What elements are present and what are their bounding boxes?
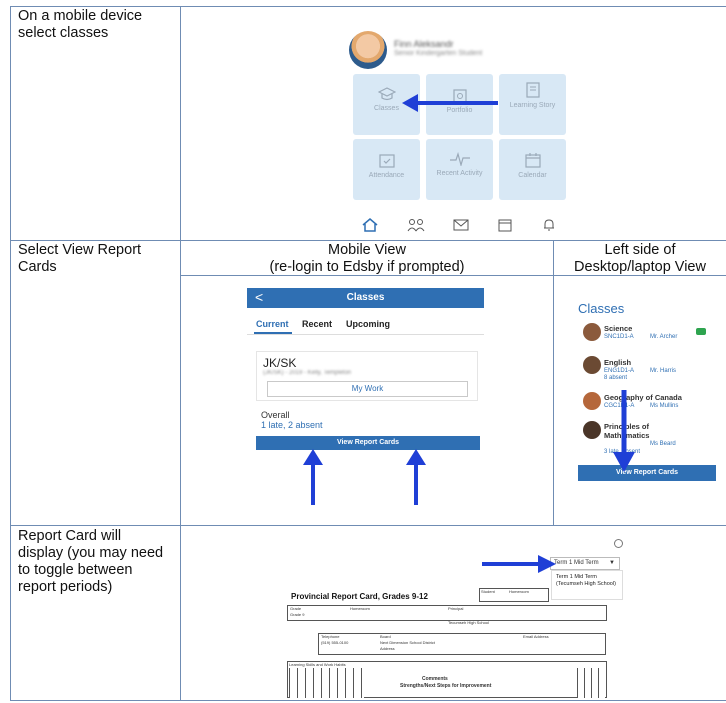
class-detail: ENG1D1-A <box>604 368 635 374</box>
chevron-down-icon: ▼ <box>609 560 615 566</box>
view-report-cards-button[interactable]: View Report Cards <box>578 465 716 481</box>
teacher-name[interactable]: Ms Mullins <box>650 403 678 409</box>
overall-label: Overall <box>261 410 290 420</box>
desktop-classes-panel <box>572 290 722 490</box>
tile-learning-story[interactable]: Learning Story <box>499 74 566 135</box>
attendance-icon <box>378 154 395 168</box>
grid-line <box>10 240 726 241</box>
tile-label: Learning Story <box>509 102 556 109</box>
calendar-icon[interactable] <box>498 218 512 232</box>
tile-label: Attendance <box>368 172 405 179</box>
report-period-dropdown[interactable]: Term 1 Mid Term ▼ <box>550 557 620 570</box>
tile-label: Calendar <box>518 172 547 179</box>
avatar <box>583 392 601 410</box>
tile-recent-activity[interactable]: Recent Activity <box>426 139 493 200</box>
grid-line <box>180 6 181 701</box>
grid-line <box>553 240 554 525</box>
teacher-name[interactable]: Mr. Harris <box>650 368 676 374</box>
arrow-to-dropdown <box>482 555 556 573</box>
user-role: Senior Kindergarten Student <box>394 50 483 57</box>
people-icon[interactable] <box>407 218 425 232</box>
arrow-up-right <box>406 449 426 505</box>
view-report-cards-button[interactable]: View Report Cards <box>256 436 480 450</box>
bell-icon[interactable] <box>542 218 556 232</box>
dropdown-value: Term 1 Mid Term <box>554 560 599 566</box>
grid-line <box>10 700 726 701</box>
form-value: Next Dimension School District <box>380 640 435 645</box>
class-status: 8 absent <box>604 375 628 381</box>
class-name[interactable]: English <box>604 358 631 367</box>
desktop-view-header: Left side of Desktop/laptop View <box>574 242 706 275</box>
status-badge <box>696 328 706 335</box>
class-name: JK/SK <box>263 356 297 370</box>
overall-value[interactable]: 1 late, 2 absent <box>261 420 323 430</box>
row1-instruction: On a mobile device select classes <box>18 8 143 41</box>
avatar <box>583 421 601 439</box>
tab-divider <box>247 334 484 335</box>
my-work-button[interactable]: My Work <box>267 381 468 397</box>
form-label: Homeroom <box>350 606 370 611</box>
class-detail: SNC1D1-A <box>604 334 634 340</box>
avatar <box>349 31 387 69</box>
home-icon[interactable] <box>362 218 378 232</box>
tile-label: Recent Activity <box>436 170 483 177</box>
skills-columns <box>289 668 364 698</box>
tile-calendar[interactable]: Calendar <box>499 139 566 200</box>
learning-story-icon <box>525 82 540 98</box>
tile-attendance[interactable]: Attendance <box>353 139 420 200</box>
form-label: Address <box>380 646 395 651</box>
tab-recent[interactable]: Recent <box>302 319 332 329</box>
report-period-menu[interactable]: Term 1 Mid Term (Tecumseh High School) <box>551 570 623 600</box>
form-value: Grade 9 <box>290 612 305 617</box>
comments-label: Comments <box>422 676 448 682</box>
form-value: Tecumseh High School <box>448 620 489 625</box>
bottom-nav <box>352 216 568 236</box>
avatar <box>583 356 601 374</box>
form-label: Grade <box>290 606 302 611</box>
mobile-classes-title: Classes <box>247 288 484 308</box>
marks-columns <box>577 668 605 698</box>
form-label: Principal <box>448 606 464 611</box>
desktop-classes-title: Classes <box>578 301 625 316</box>
form-label: Board <box>380 634 391 639</box>
activity-icon <box>449 152 470 166</box>
grid-line <box>10 525 726 526</box>
menu-item[interactable]: Term 1 Mid Term (Tecumseh High School) <box>556 574 616 587</box>
grid-line <box>10 6 11 701</box>
form-value: (519) 555-0100 <box>321 640 349 645</box>
settings-icon[interactable] <box>614 539 623 548</box>
tab-upcoming[interactable]: Upcoming <box>346 319 390 329</box>
avatar <box>583 323 601 341</box>
arrow-to-classes <box>402 94 498 112</box>
arrow-down <box>613 390 635 472</box>
mail-icon[interactable] <box>453 218 469 231</box>
mortarboard-icon <box>377 87 396 101</box>
calendar-icon <box>524 153 541 168</box>
user-name: Finn Aleksandr <box>394 39 454 49</box>
teacher-name[interactable]: Mr. Archer <box>650 334 677 340</box>
mobile-view-header: Mobile View (re-login to Edsby if prompt… <box>269 242 465 275</box>
form-label: Student <box>481 589 495 594</box>
grid-line <box>10 6 726 7</box>
comments-sublabel: Strengths/Next Steps for Improvement <box>400 683 492 689</box>
row2-instruction: Select View Report Cards <box>18 242 142 275</box>
back-button[interactable]: < <box>255 288 263 306</box>
form-label: Learning Skills and Work Habits <box>289 662 346 667</box>
form-box <box>318 633 606 655</box>
report-card-title: Provincial Report Card, Grades 9-12 <box>291 592 428 601</box>
class-detail: (JK/SK) - 2019 - Kelly, Templeton <box>263 370 352 376</box>
tab-current[interactable]: Current <box>256 319 289 329</box>
row3-instruction: Report Card will display (you may need t… <box>18 528 164 595</box>
class-name[interactable]: Science <box>604 324 632 333</box>
form-label: Telephone <box>321 634 340 639</box>
form-label: Homeroom <box>509 589 529 594</box>
form-label: Email Address <box>523 634 549 639</box>
teacher-name[interactable]: Ms Beard <box>650 441 676 447</box>
form-box <box>287 605 607 621</box>
arrow-up-left <box>303 449 323 505</box>
